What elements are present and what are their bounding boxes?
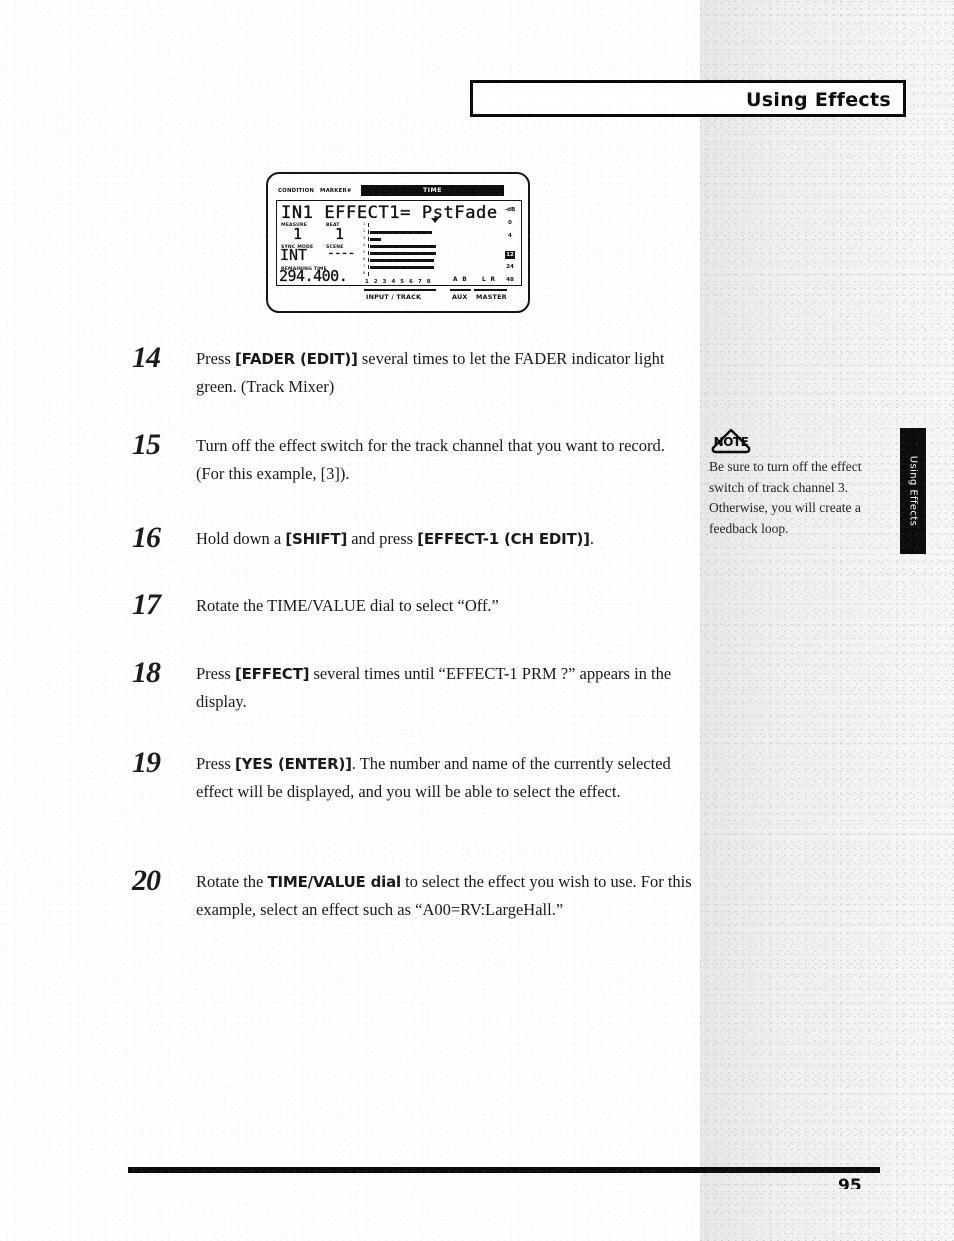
lcd-meter-row-tick (368, 258, 369, 262)
lcd-db-tick: 12 (504, 251, 516, 259)
lcd-meter-bar (370, 265, 434, 270)
step-text: Press [FADER (EDIT)] several times to le… (196, 349, 665, 396)
step-number: 18 (132, 656, 161, 689)
note-triangle-icon: NOTE (709, 428, 753, 454)
lcd-db-scale: -dB 0 4 12 24 48 (501, 204, 519, 285)
footer-rule (128, 1167, 880, 1173)
lcd-display-figure: CONDITION MARKER# TIME IN1 EFFECT1= PstF… (266, 172, 530, 313)
lcd-meter-row-tick (368, 237, 369, 241)
step-number: 14 (132, 341, 161, 374)
page-title: Using Effects (746, 89, 891, 111)
step-text: Rotate the TIME/VALUE dial to select the… (196, 872, 692, 919)
lcd-meter-row-tick (368, 230, 369, 234)
lcd-db-tick: 48 (506, 277, 514, 283)
lcd-caption-rule (474, 289, 507, 291)
scan-margin-band (700, 0, 954, 1241)
lcd-level-meters: 1 2 3 4 5 6 7 8 (363, 218, 445, 281)
lcd-meter-row-tick (368, 265, 369, 269)
lcd-value-sync-mode: INT (280, 246, 308, 264)
lcd-caption-rule (364, 289, 436, 291)
lcd-db-tick: 0 (508, 220, 512, 226)
lcd-meter-lr-label: L R (482, 277, 497, 283)
lcd-meter-row-number: 3 (363, 236, 366, 240)
running-head-box: Using Effects (470, 80, 906, 117)
step-number: 17 (132, 588, 161, 621)
lcd-meter-row-number: 1 (363, 222, 366, 226)
lcd-meter-row-tick (368, 272, 369, 276)
lcd-meter-bar (370, 244, 436, 249)
procedure-step: 15 Turn off the effect switch for the tra… (132, 428, 692, 488)
lcd-time-bar: TIME (361, 185, 504, 196)
lcd-db-tick: 24 (506, 264, 514, 270)
lcd-meter-row-number: 2 (363, 229, 366, 233)
step-text: Rotate the TIME/VALUE dial to select “Of… (196, 596, 499, 615)
procedure-step: 18 Press [EFFECT] several times until “EF… (132, 656, 692, 716)
lcd-meter-bar (370, 251, 436, 256)
document-page: Using Effects Using Effects CONDITION MA… (0, 0, 954, 1241)
step-text: Press [YES (ENTER)]. The number and name… (196, 754, 671, 801)
lcd-label-time: TIME (423, 187, 442, 194)
lcd-meter-ab-label: A B (453, 277, 469, 283)
page-number: 95 (838, 1178, 862, 1189)
step-number: 20 (132, 864, 161, 897)
lcd-main-text: IN1 EFFECT1= PstFade (281, 203, 498, 223)
lcd-value-remaining-time: 294.400. (279, 267, 348, 285)
lcd-meter-row-number: 6 (363, 257, 366, 261)
note-callout: NOTE Be sure to turn off the effect swit… (709, 428, 881, 539)
section-thumb-tab: Using Effects (900, 428, 926, 554)
step-text: Turn off the effect switch for the track… (196, 436, 665, 483)
lcd-meter-bar (370, 258, 434, 263)
lcd-db-tick: 4 (508, 233, 512, 239)
procedure-step: 14 Press [FADER (EDIT)] several times to … (132, 341, 692, 401)
lcd-value-measure: 1 (293, 225, 303, 243)
lcd-value-beat: 1 (335, 225, 345, 243)
lcd-screen: IN1 EFFECT1= PstFade MEASURE BEAT 1 1 SY… (276, 200, 522, 286)
lcd-meter-row-tick (368, 244, 369, 248)
lcd-caption-aux: AUX (452, 293, 468, 301)
procedure-step: 20 Rotate the TIME/VALUE dial to select t… (132, 864, 692, 924)
lcd-meter-channel-numbers: 1 2 3 4 5 6 7 8 (365, 279, 433, 285)
lcd-meter-row-tick (368, 251, 369, 255)
lcd-caption-rule (450, 289, 471, 291)
procedure-step: 19 Press [YES (ENTER)]. The number and na… (132, 746, 692, 806)
procedure-step: 17 Rotate the TIME/VALUE dial to select “… (132, 588, 692, 621)
step-number: 16 (132, 521, 161, 554)
section-thumb-tab-label: Using Effects (907, 455, 919, 527)
lcd-meter-row-number: 8 (363, 271, 366, 275)
lcd-meter-pointer-icon (431, 218, 439, 223)
lcd-meter-row-tick (368, 223, 369, 227)
lcd-meter-bar (370, 237, 381, 242)
note-icon-label: NOTE (713, 435, 749, 449)
lcd-caption-master: MASTER (476, 293, 507, 301)
note-text: Be sure to turn off the effect switch of… (709, 459, 862, 536)
lcd-label-condition: CONDITION (278, 188, 315, 194)
step-number: 19 (132, 746, 161, 779)
lcd-value-scene: ---- (327, 246, 356, 261)
lcd-meter-row-number: 5 (363, 250, 366, 254)
lcd-db-unit: -dB (504, 207, 516, 213)
step-number: 15 (132, 428, 161, 461)
lcd-caption-input-track: INPUT / TRACK (366, 293, 422, 301)
step-text: Hold down a [SHIFT] and press [EFFECT-1 … (196, 529, 594, 548)
lcd-label-marker: MARKER# (320, 188, 352, 194)
lcd-meter-bar (370, 230, 432, 235)
procedure-step: 16 Hold down a [SHIFT] and press [EFFECT-… (132, 521, 692, 554)
lcd-meter-row-number: 7 (363, 264, 366, 268)
step-text: Press [EFFECT] several times until “EFFE… (196, 664, 672, 711)
lcd-meter-row-number: 4 (363, 243, 366, 247)
